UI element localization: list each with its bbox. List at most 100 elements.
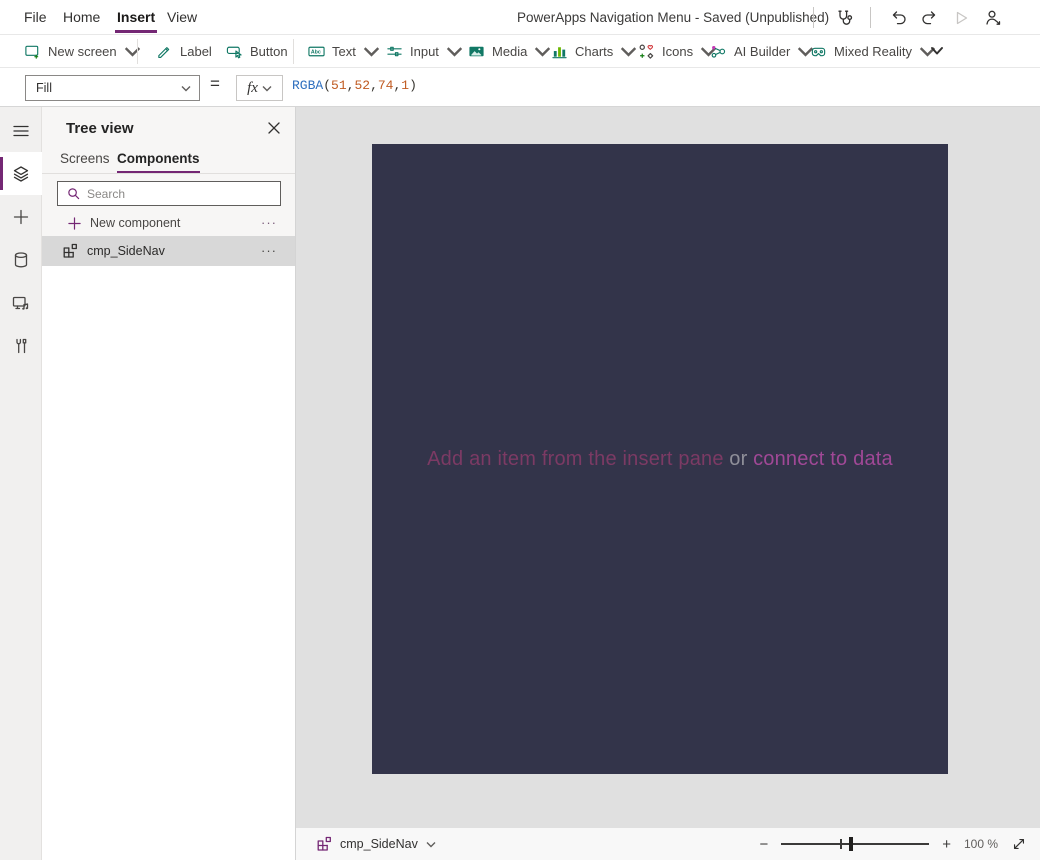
- formula-bar: Fill = fx RGBA(51,52,74,1): [0, 68, 1040, 107]
- formula-input[interactable]: RGBA(51,52,74,1): [292, 78, 417, 93]
- zoom-slider[interactable]: [781, 836, 930, 852]
- label-button[interactable]: Label: [156, 35, 212, 67]
- separator: [137, 39, 138, 64]
- panel-title: Tree view: [66, 120, 134, 137]
- label-pencil-icon: [158, 46, 170, 58]
- app-title: PowerApps Navigation Menu - Saved (Unpub…: [517, 10, 830, 25]
- separator: [293, 39, 294, 64]
- chevron-down-icon: [535, 46, 551, 57]
- insert-pane-link[interactable]: Add an item from the insert pane: [427, 448, 724, 470]
- hamburger-icon: [13, 125, 29, 136]
- button-label: Button: [250, 43, 288, 59]
- icons-glyphs-icon: [639, 44, 654, 59]
- search-input[interactable]: [87, 186, 280, 201]
- screen-media-icon: [12, 296, 29, 310]
- menu-file[interactable]: File: [24, 0, 47, 34]
- chevron-down-icon: [262, 85, 272, 91]
- share-user-icon[interactable]: [983, 8, 1003, 28]
- undo-icon[interactable]: [889, 8, 909, 28]
- rail-advanced-tools-button[interactable]: [0, 324, 42, 367]
- formula-token: RGBA: [292, 78, 324, 93]
- canvas-area: Add an item from the insert pane or connec…: [295, 107, 1040, 860]
- new-component-label: New component: [90, 216, 181, 230]
- new-screen-label: New screen: [48, 43, 117, 59]
- text-label: Text: [332, 43, 356, 59]
- zoom-in-button[interactable]: +: [942, 837, 951, 852]
- fit-to-window-icon[interactable]: [1011, 836, 1027, 852]
- charts-dropdown[interactable]: Charts: [551, 35, 637, 67]
- menu-view[interactable]: View: [167, 0, 197, 34]
- empty-canvas-hint: Add an item from the insert pane or connec…: [427, 448, 893, 471]
- rail-menu-button[interactable]: [0, 109, 42, 152]
- search-box[interactable]: [57, 181, 281, 206]
- play-preview-icon[interactable]: [951, 8, 971, 28]
- formula-token: ,: [370, 78, 378, 93]
- mixed-reality-dropdown[interactable]: Mixed Reality: [810, 35, 936, 67]
- mixed-reality-label: Mixed Reality: [834, 43, 913, 59]
- separator: [813, 7, 814, 28]
- menu-insert[interactable]: Insert: [114, 0, 158, 34]
- svg-text:Abc: Abc: [311, 49, 321, 55]
- redo-icon[interactable]: [919, 8, 939, 28]
- rail-data-button[interactable]: [0, 238, 42, 281]
- more-options-icon[interactable]: ···: [261, 244, 277, 257]
- menu-home[interactable]: Home: [63, 0, 100, 34]
- chevron-down-icon: [426, 841, 436, 847]
- tree-item-cmp-sidenav[interactable]: cmp_SideNav ···: [42, 236, 295, 266]
- button-button[interactable]: Button: [226, 35, 288, 67]
- zoom-out-button[interactable]: −: [759, 837, 768, 852]
- label-label: Label: [180, 43, 212, 59]
- property-selected-value: Fill: [36, 81, 52, 95]
- search-icon: [68, 188, 80, 200]
- rail-insert-button[interactable]: [0, 195, 42, 238]
- database-icon: [14, 251, 28, 267]
- media-label: Media: [492, 43, 528, 59]
- input-label: Input: [410, 43, 439, 59]
- more-options-icon[interactable]: ···: [261, 216, 277, 229]
- zoom-slider-thumb[interactable]: [849, 837, 854, 851]
- tab-screens[interactable]: Screens: [60, 151, 110, 166]
- zoom-controls: − + 100 %: [759, 828, 1027, 860]
- ai-builder-dropdown[interactable]: AI Builder: [710, 35, 814, 67]
- fx-dropdown[interactable]: fx: [236, 75, 283, 101]
- component-breadcrumb-dropdown[interactable]: cmp_SideNav: [316, 828, 436, 860]
- text-dropdown[interactable]: Abc Text: [308, 35, 380, 67]
- app-checker-icon[interactable]: [834, 8, 854, 28]
- charts-label: Charts: [575, 43, 614, 59]
- component-icon: [317, 836, 331, 851]
- app-canvas[interactable]: Add an item from the insert pane or connec…: [372, 144, 948, 774]
- connect-to-data-link[interactable]: connect to data: [753, 448, 893, 470]
- input-sliders-icon: [387, 46, 402, 56]
- ai-builder-icon: [711, 45, 726, 58]
- top-menu-bar: File Home Insert View PowerApps Navigati…: [0, 0, 1040, 35]
- zoom-slider-track[interactable]: [781, 843, 930, 845]
- new-screen-icon: [25, 45, 39, 59]
- new-screen-button[interactable]: New screen: [24, 35, 141, 67]
- hint-or-text: or: [729, 447, 748, 470]
- left-rail: [0, 107, 42, 860]
- formula-token: 51: [331, 78, 347, 93]
- tree-view-panel: Tree view Screens Components New compone…: [42, 107, 295, 860]
- chevron-down-icon: [181, 85, 191, 91]
- zoom-level-value: 100 %: [963, 837, 998, 851]
- status-bar: cmp_SideNav − + 100 %: [296, 828, 1040, 860]
- property-selector[interactable]: Fill: [25, 75, 200, 101]
- tools-icon: [16, 338, 27, 353]
- tab-components[interactable]: Components: [117, 151, 200, 173]
- new-component-button[interactable]: New component ···: [42, 210, 295, 236]
- component-icon: [63, 243, 77, 258]
- ribbon-expand-chevron-icon[interactable]: [928, 42, 946, 60]
- close-icon[interactable]: [267, 121, 281, 135]
- plus-icon: [13, 209, 29, 224]
- fx-label: fx: [247, 79, 258, 96]
- ai-builder-label: AI Builder: [734, 43, 791, 59]
- separator: [870, 7, 871, 28]
- input-dropdown[interactable]: Input: [386, 35, 463, 67]
- icons-dropdown[interactable]: Icons: [638, 35, 717, 67]
- plus-icon: [68, 216, 81, 230]
- equals-sign: =: [210, 74, 220, 93]
- rail-media-button[interactable]: [0, 281, 42, 324]
- rail-tree-view-button[interactable]: [0, 152, 42, 195]
- icons-label: Icons: [662, 43, 694, 59]
- media-dropdown[interactable]: Media: [468, 35, 551, 67]
